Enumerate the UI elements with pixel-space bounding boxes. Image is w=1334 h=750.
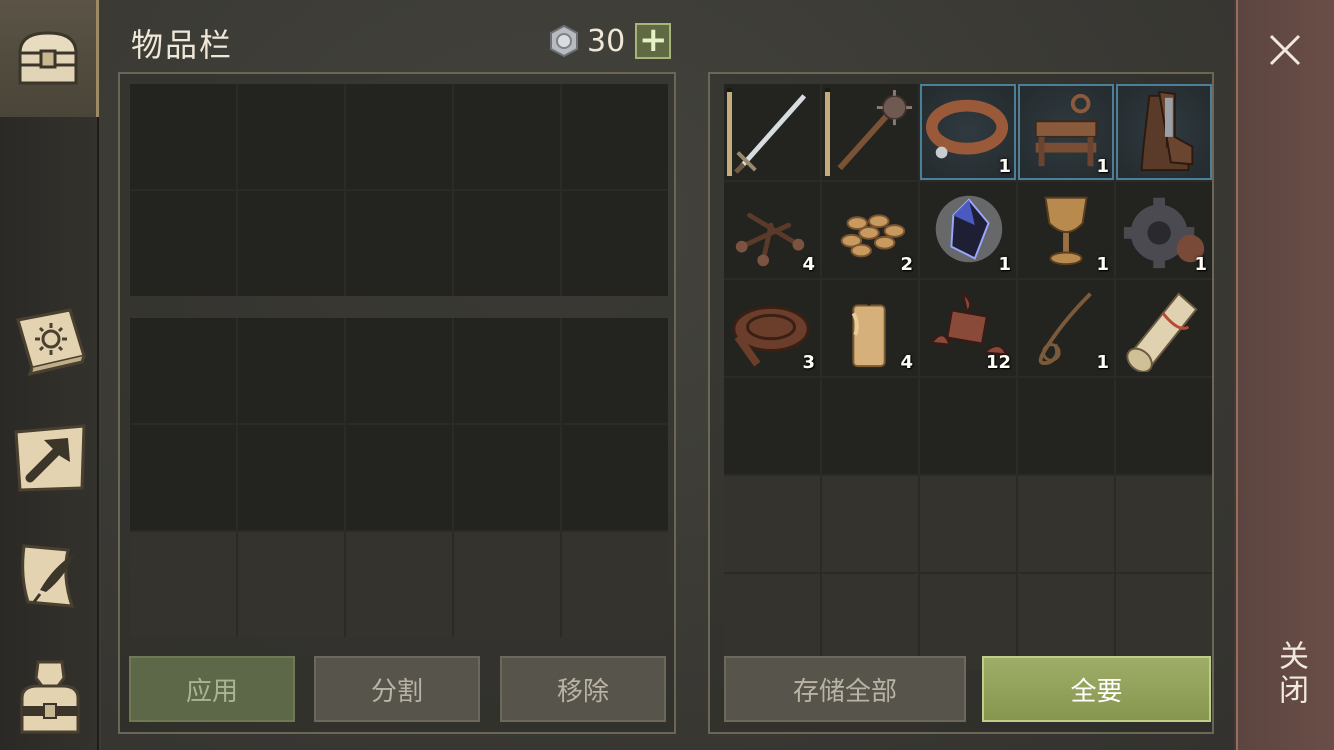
inventory-slot[interactable] <box>454 318 560 423</box>
inventory-grid-lower <box>130 318 668 637</box>
storage-slot[interactable] <box>724 476 820 572</box>
item-quantity: 1 <box>998 156 1011 177</box>
inventory-slot[interactable] <box>346 425 452 530</box>
store-all-button[interactable]: 存储全部 <box>724 656 966 722</box>
inventory-slot[interactable] <box>454 191 560 296</box>
inventory-panel <box>118 72 676 734</box>
main-area: 物品栏 30 + 1 1 4 2 1 1 1 3 4 12 1 应用 分割 移除 存储全部 全要 <box>101 0 1234 750</box>
split-button[interactable]: 分割 <box>314 656 480 722</box>
add-currency-button[interactable]: + <box>635 23 672 59</box>
inventory-slot[interactable] <box>130 191 236 296</box>
storage-slot[interactable] <box>1116 476 1212 572</box>
storage-slot[interactable] <box>1116 378 1212 474</box>
storage-slot[interactable] <box>1116 84 1212 180</box>
sidebar-item-inventory[interactable] <box>0 0 99 117</box>
storage-slot[interactable]: 1 <box>1116 182 1212 278</box>
storage-grid: 1 1 4 2 1 1 1 3 4 12 1 <box>724 84 1212 670</box>
storage-slot[interactable]: 4 <box>724 182 820 278</box>
take-all-button[interactable]: 全要 <box>982 656 1211 722</box>
currency-amount: 30 <box>587 23 626 59</box>
inventory-slot[interactable] <box>238 532 344 637</box>
storage-slot[interactable] <box>724 84 820 180</box>
sidebar-item-character[interactable] <box>0 642 99 750</box>
storage-slot[interactable] <box>920 378 1016 474</box>
sun-book-icon <box>15 308 86 377</box>
inventory-slot[interactable] <box>562 532 668 637</box>
storage-slot[interactable] <box>724 378 820 474</box>
sword-icon <box>734 94 807 174</box>
sidebar <box>0 0 99 750</box>
inventory-slot[interactable] <box>130 425 236 530</box>
currency-display: 30 + <box>547 22 672 60</box>
sidebar-item-skills[interactable] <box>0 290 99 390</box>
item-quantity: 4 <box>802 254 815 275</box>
storage-slot[interactable] <box>822 476 918 572</box>
chest-icon <box>18 30 78 84</box>
item-quantity: 1 <box>1096 156 1109 177</box>
inventory-slot[interactable] <box>562 191 668 296</box>
storage-slot[interactable]: 12 <box>920 280 1016 376</box>
storage-slot[interactable] <box>1018 378 1114 474</box>
scroll-icon <box>1126 292 1198 372</box>
inventory-slot[interactable] <box>238 318 344 423</box>
mace-icon <box>837 89 913 171</box>
character-icon <box>20 660 79 734</box>
quill-scroll-icon <box>20 544 74 608</box>
storage-slot[interactable] <box>1018 476 1114 572</box>
boots-icon <box>1140 90 1194 172</box>
item-quantity: 1 <box>1096 254 1109 275</box>
inventory-slot[interactable] <box>238 84 344 189</box>
item-quantity: 12 <box>985 352 1011 373</box>
storage-panel: 1 1 4 2 1 1 1 3 4 12 1 <box>708 72 1214 734</box>
remove-button[interactable]: 移除 <box>500 656 666 722</box>
item-quantity: 1 <box>1096 352 1109 373</box>
storage-slot[interactable]: 1 <box>920 84 1016 180</box>
item-quantity: 1 <box>998 254 1011 275</box>
inventory-slot[interactable] <box>454 532 560 637</box>
storage-slot[interactable]: 2 <box>822 182 918 278</box>
inventory-slot[interactable] <box>562 318 668 423</box>
sidebar-item-journal[interactable] <box>0 526 99 626</box>
storage-slot[interactable]: 3 <box>724 280 820 376</box>
inventory-slot[interactable] <box>346 84 452 189</box>
inventory-slot[interactable] <box>454 84 560 189</box>
inventory-slot[interactable] <box>130 84 236 189</box>
item-quantity: 3 <box>802 352 815 373</box>
storage-slot[interactable]: 4 <box>822 280 918 376</box>
storage-slot[interactable]: 1 <box>1018 84 1114 180</box>
inventory-slot[interactable] <box>562 84 668 189</box>
inventory-slot[interactable] <box>238 191 344 296</box>
page-title: 物品栏 <box>131 26 234 64</box>
inventory-slot[interactable] <box>130 532 236 637</box>
inventory-slot[interactable] <box>238 425 344 530</box>
close-icon[interactable] <box>1265 30 1305 70</box>
silver-coin-icon <box>550 24 578 58</box>
storage-slot[interactable]: 1 <box>920 182 1016 278</box>
inventory-slot[interactable] <box>346 318 452 423</box>
use-button[interactable]: 应用 <box>129 656 295 722</box>
item-quantity: 4 <box>900 352 913 373</box>
close-label: 关闭 <box>1273 640 1308 708</box>
inventory-slot[interactable] <box>346 191 452 296</box>
item-quantity: 1 <box>1194 254 1207 275</box>
hammer-map-icon <box>13 424 86 492</box>
storage-slot[interactable] <box>920 476 1016 572</box>
storage-slot[interactable] <box>822 84 918 180</box>
item-quantity: 2 <box>900 254 913 275</box>
inventory-slot[interactable] <box>346 532 452 637</box>
storage-slot[interactable] <box>1116 280 1212 376</box>
inventory-slot[interactable] <box>130 318 236 423</box>
storage-slot[interactable]: 1 <box>1018 182 1114 278</box>
inventory-slot[interactable] <box>454 425 560 530</box>
inventory-grid-upper <box>130 84 668 296</box>
storage-slot[interactable] <box>822 378 918 474</box>
sidebar-item-crafting[interactable] <box>0 408 99 508</box>
close-button[interactable]: 关闭 <box>1236 0 1334 750</box>
inventory-slot[interactable] <box>562 425 668 530</box>
storage-slot[interactable]: 1 <box>1018 280 1114 376</box>
